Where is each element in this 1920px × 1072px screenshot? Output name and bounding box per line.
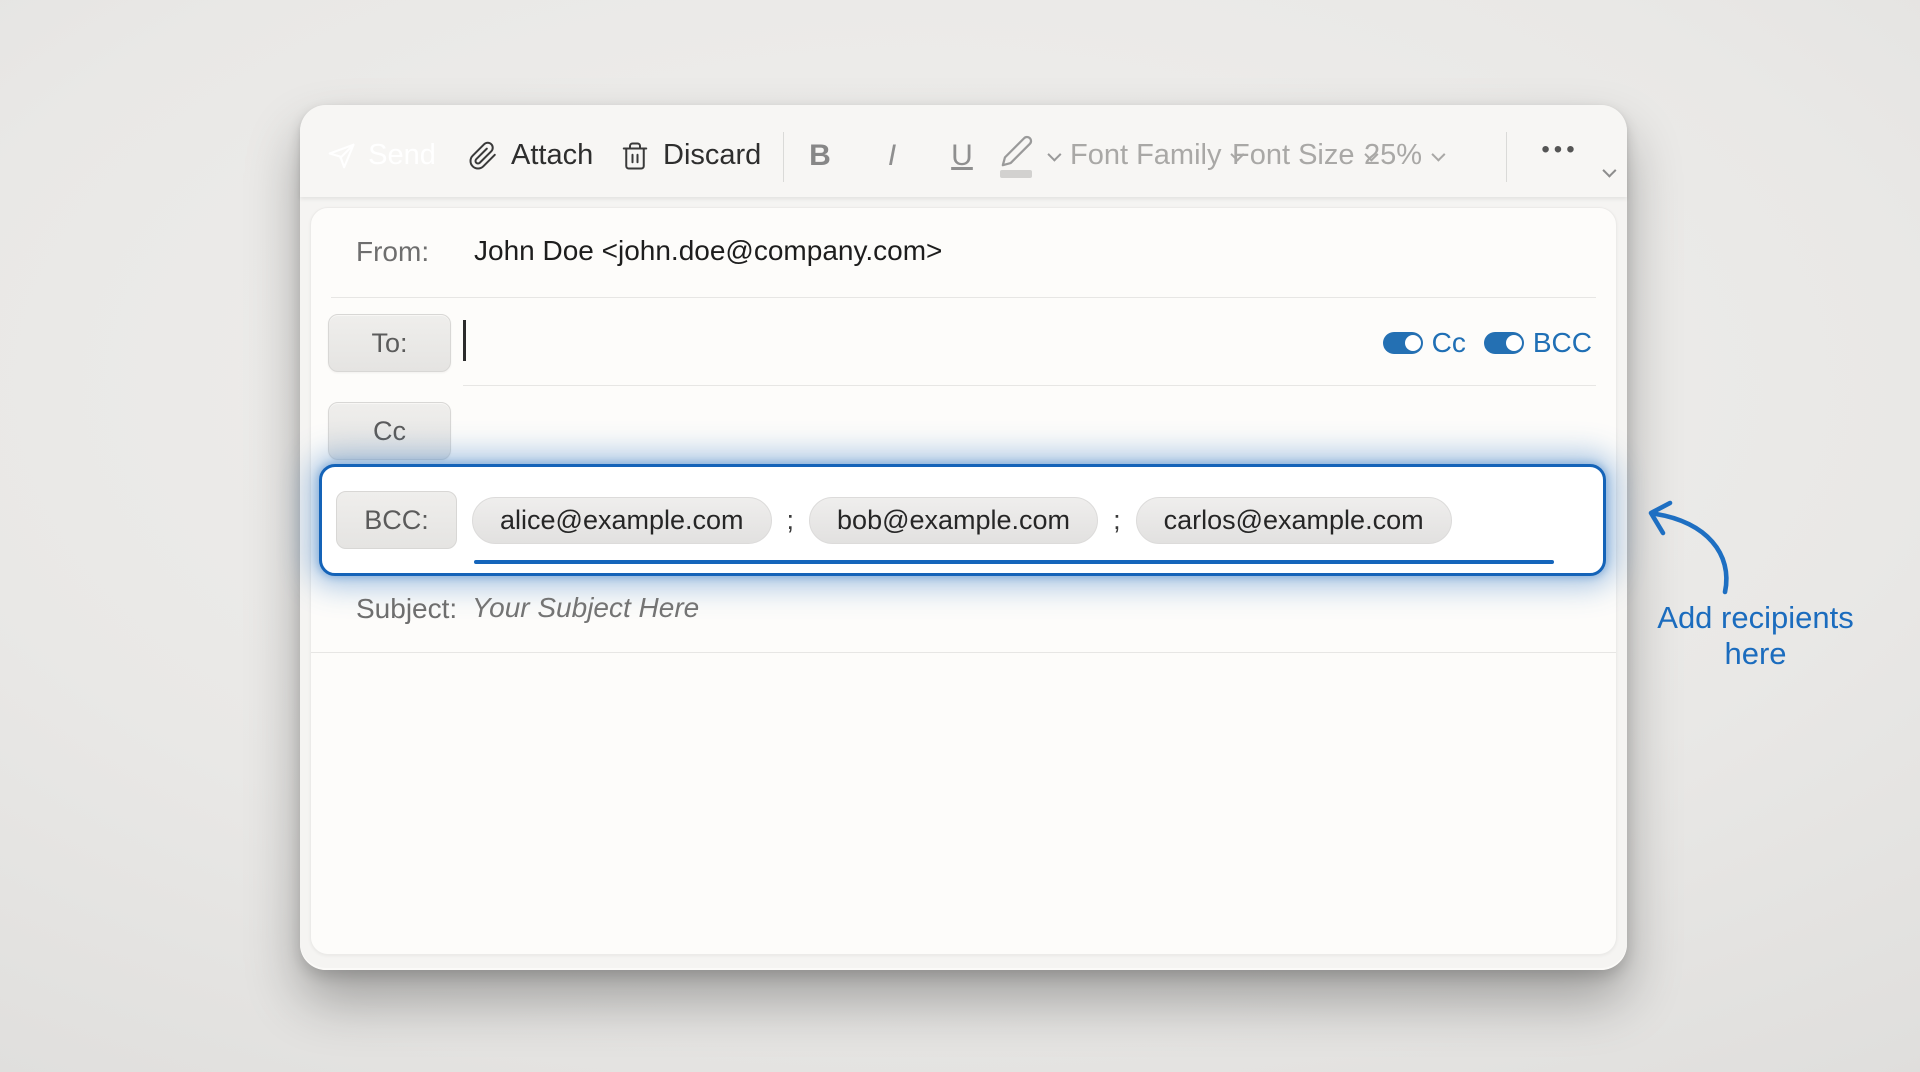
highlighter-color-swatch: [1000, 170, 1032, 178]
toolbar-separator: [783, 132, 784, 182]
bcc-label: BCC:: [364, 505, 429, 536]
annotation-arrow-icon: [1630, 488, 1770, 613]
more-options-button[interactable]: •••: [1528, 127, 1592, 173]
font-size-dropdown[interactable]: Font Size: [1232, 127, 1375, 184]
ellipsis-icon: •••: [1541, 136, 1578, 164]
send-button[interactable]: Send: [308, 127, 454, 184]
subject-label: Subject:: [356, 593, 457, 625]
underline-button-label: U: [951, 139, 973, 173]
italic-button-label: I: [888, 139, 896, 173]
recipient-chip[interactable]: alice@example.com: [472, 497, 772, 544]
email-compose-window: Send Attach: [300, 105, 1627, 970]
compose-toolbar: Send Attach: [300, 105, 1627, 197]
font-family-dropdown[interactable]: Font Family: [1070, 127, 1241, 184]
recipient-email: alice@example.com: [500, 505, 744, 536]
recipient-chip[interactable]: bob@example.com: [809, 497, 1098, 544]
to-field-button[interactable]: To:: [328, 314, 451, 372]
zoom-dropdown[interactable]: 25%: [1364, 127, 1442, 184]
font-family-label: Font Family: [1070, 139, 1221, 172]
trash-icon: [620, 139, 650, 173]
chevron-down-icon: [1431, 147, 1445, 161]
highlighter-pen-icon: [1000, 134, 1038, 178]
from-label: From:: [356, 236, 429, 268]
chevron-down-icon: [1047, 147, 1061, 161]
attach-button-label: Attach: [511, 139, 593, 172]
discard-button-label: Discard: [663, 139, 761, 172]
text-cursor: [463, 320, 466, 361]
toolbar-separator: [1506, 132, 1507, 182]
bcc-input-underline: [474, 560, 1554, 564]
bcc-field-button[interactable]: BCC:: [336, 491, 457, 549]
bcc-toggle[interactable]: [1484, 332, 1524, 354]
attach-button[interactable]: Attach: [468, 127, 593, 184]
toolbar-expand-button[interactable]: [1590, 157, 1626, 187]
to-label: To:: [371, 328, 407, 359]
chevron-down-icon: [1602, 164, 1616, 178]
annotation-line-2: here: [1648, 636, 1863, 672]
bcc-recipient-list: alice@example.com ; bob@example.com ; ca…: [472, 497, 1452, 544]
compose-form: From: John Doe <john.doe@company.com> To…: [310, 207, 1617, 955]
toggle-knob: [1506, 335, 1522, 351]
bcc-field-highlighted[interactable]: BCC: alice@example.com ; bob@example.com…: [319, 464, 1606, 576]
annotation-line-1: Add recipients: [1648, 600, 1863, 636]
bcc-toggle-label: BCC: [1533, 327, 1592, 359]
cc-field-button[interactable]: Cc: [328, 402, 451, 460]
to-field-underline: [463, 385, 1596, 386]
send-button-label: Send: [368, 139, 436, 172]
recipient-email: bob@example.com: [837, 505, 1070, 536]
toggle-knob: [1405, 335, 1421, 351]
zoom-value: 25%: [1364, 139, 1422, 172]
recipient-chip[interactable]: carlos@example.com: [1136, 497, 1452, 544]
italic-button[interactable]: I: [868, 127, 916, 184]
cc-label: Cc: [373, 416, 406, 447]
underline-button[interactable]: U: [938, 127, 986, 184]
cc-toggle-group: Cc: [1383, 327, 1466, 359]
message-body-input[interactable]: [311, 653, 1616, 954]
divider: [331, 297, 1596, 298]
discard-button[interactable]: Discard: [620, 127, 761, 184]
recipient-separator: ;: [787, 505, 795, 536]
cc-toggle-label: Cc: [1432, 327, 1466, 359]
subject-input-placeholder[interactable]: Your Subject Here: [472, 592, 699, 624]
annotation-text: Add recipients here: [1648, 600, 1863, 672]
recipient-email: carlos@example.com: [1164, 505, 1424, 536]
bold-button-label: B: [809, 139, 831, 173]
highlighter-button[interactable]: [1000, 127, 1074, 184]
font-size-label: Font Size: [1232, 139, 1355, 172]
desktop-background: Send Attach: [0, 0, 1920, 1072]
recipient-separator: ;: [1113, 505, 1121, 536]
bold-button[interactable]: B: [796, 127, 844, 184]
paperclip-icon: [468, 139, 498, 173]
send-plane-icon: [326, 141, 356, 171]
recipient-toggles: Cc BCC: [1383, 327, 1592, 359]
bcc-toggle-group: BCC: [1484, 327, 1592, 359]
from-value: John Doe <john.doe@company.com>: [474, 235, 942, 267]
cc-toggle[interactable]: [1383, 332, 1423, 354]
